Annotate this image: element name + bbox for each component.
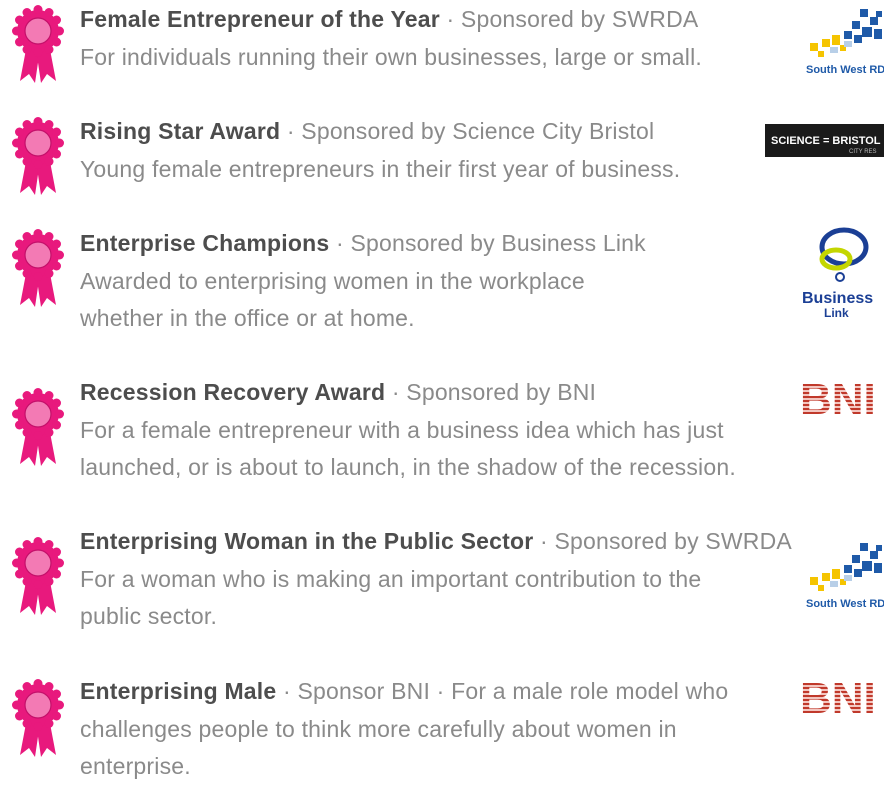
bni-logo: BNI [800, 675, 876, 719]
separator: · [439, 6, 461, 32]
award-item: Enterprising Woman in the Public Sector … [0, 523, 884, 663]
rosette-icon [12, 537, 64, 617]
award-text: Rising Star Award · Sponsored by Science… [80, 113, 680, 188]
award-item: Enterprise Champions · Sponsored by Busi… [0, 225, 884, 365]
rosette-icon [12, 117, 64, 197]
award-description: enterprise. [80, 753, 191, 779]
swrda-logo-text: South West RDA [806, 64, 884, 76]
award-description: whether in the office or at home. [80, 305, 415, 331]
business-link-logo-subtext: Link [824, 306, 849, 320]
science-city-logo-text: SCIENCE = BRISTOL [771, 135, 881, 147]
separator: · [280, 118, 302, 144]
rosette-icon [12, 679, 64, 759]
separator: · [329, 230, 351, 256]
award-sponsor: Sponsored by Business Link [350, 230, 646, 256]
separator: · [385, 379, 407, 405]
award-title: Enterprise Champions [80, 230, 330, 256]
award-sponsor: Sponsored by Science City Bristol [301, 118, 655, 144]
science-city-logo-subtext: CITY RES [849, 149, 877, 155]
award-sponsor: Sponsored by SWRDA [460, 6, 699, 32]
award-description: launched, or is about to launch, in the … [80, 454, 736, 480]
award-item: Recession Recovery Award · Sponsored by … [0, 374, 884, 514]
award-title: Enterprising Woman in the Public Sector [80, 528, 534, 554]
award-item: Rising Star Award · Sponsored by Science… [0, 113, 884, 213]
science-city-bristol-logo: SCIENCE = BRISTOL CITY RES [765, 124, 884, 157]
rosette-icon [12, 229, 64, 309]
award-title: Recession Recovery Award [80, 379, 386, 405]
bni-logo: BNI [800, 376, 876, 420]
business-link-logo-text: Business [802, 290, 873, 307]
swrda-logo: South West RDA [806, 9, 884, 76]
business-link-logo: Business Link [802, 227, 873, 320]
award-title: Enterprising Male [80, 678, 277, 704]
award-title: Female Entrepreneur of the Year [80, 6, 440, 32]
award-description: For a female entrepreneur with a busines… [80, 416, 724, 443]
award-item: Enterprising Male · Sponsor BNI · For a … [0, 673, 884, 780]
award-title: Rising Star Award [80, 118, 281, 144]
award-text: Female Entrepreneur of the Year · Sponso… [80, 1, 702, 76]
award-description: public sector. [80, 603, 218, 629]
award-text: Enterprising Male · Sponsor BNI · For a … [80, 673, 728, 786]
award-sponsor: Sponsored by BNI [406, 379, 597, 405]
swrda-logo: South West RDA [806, 543, 884, 610]
award-sponsor: Sponsor BNI · For a male role model who [297, 678, 729, 704]
award-description: challenges people to think more carefull… [80, 715, 677, 742]
award-description: For a woman who is making an important c… [80, 565, 702, 592]
separator: · [276, 678, 298, 704]
rosette-icon [12, 388, 64, 468]
bni-logo-text: BNI [800, 675, 876, 719]
bni-logo-text: BNI [800, 376, 876, 420]
award-item: Female Entrepreneur of the Year · Sponso… [0, 1, 884, 101]
rosette-icon [12, 5, 64, 85]
award-description: Awarded to enterprising women in the wor… [80, 267, 585, 294]
award-text: Enterprise Champions · Sponsored by Busi… [80, 225, 646, 338]
separator: · [533, 528, 555, 554]
award-sponsor: Sponsored by SWRDA [554, 528, 792, 554]
award-text: Enterprising Woman in the Public Sector … [80, 523, 792, 636]
award-description: For individuals running their own busine… [80, 43, 702, 70]
award-description: Young female entrepreneurs in their firs… [80, 155, 681, 182]
award-text: Recession Recovery Award · Sponsored by … [80, 374, 736, 487]
swrda-logo-text: South West RDA [806, 598, 884, 610]
